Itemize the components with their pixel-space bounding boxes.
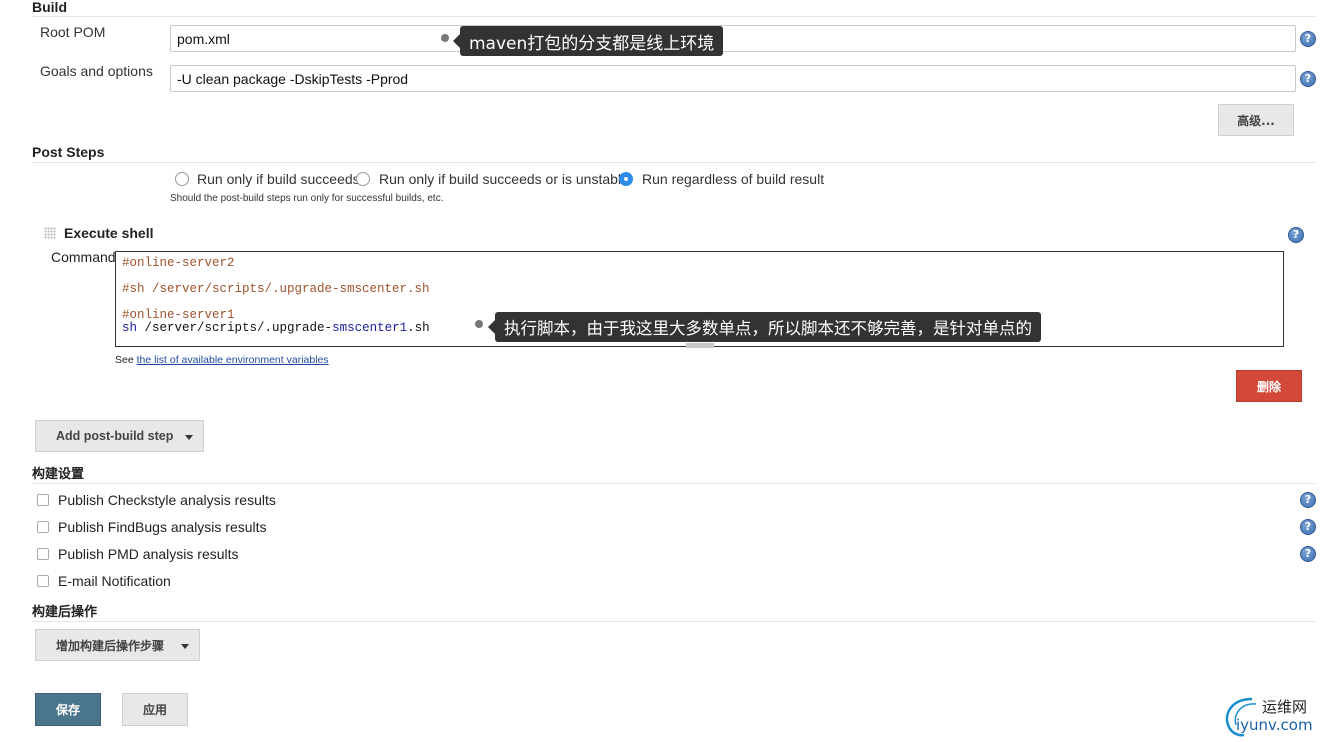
shell-tooltip: 执行脚本，由于我这里大多数单点，所以脚本还不够完善，是针对单点的 [488,312,1041,342]
post-steps-title: Post Steps [32,144,105,160]
save-button[interactable]: 保存 [35,693,101,726]
root-pom-help-icon[interactable]: ? [1300,31,1316,47]
tooltip-anchor-dot [441,34,449,42]
section-divider [32,162,1315,163]
add-post-build-action-label: 增加构建后操作步骤 [56,638,165,653]
caret-down-icon [185,435,193,440]
radio-regardless[interactable] [619,172,633,186]
section-divider [32,621,1315,622]
advanced-button[interactable]: 高级... [1218,104,1294,136]
checkbox-findbugs[interactable] [37,521,49,533]
section-divider [32,16,1315,17]
checkbox-checkstyle[interactable] [37,494,49,506]
add-post-build-action-button[interactable]: 增加构建后操作步骤 [35,629,200,661]
pmd-label: Publish PMD analysis results [58,546,239,562]
command-suffix: .sh [407,321,430,335]
command-line: #sh /server/scripts/.upgrade-smscenter.s… [122,282,430,296]
execute-shell-title: Execute shell [64,225,154,241]
radio-succeeds-or-unstable-label: Run only if build succeeds or is unstabl… [379,171,629,187]
command-line: sh /server/scripts/.upgrade-smscenter1.s… [122,322,430,335]
build-section-title: Build [32,0,67,15]
drag-handle-icon[interactable] [44,227,56,239]
goals-input[interactable] [170,65,1296,92]
root-pom-label: Root POM [40,24,106,40]
pmd-help-icon[interactable]: ? [1300,546,1316,562]
radio-regardless-label: Run regardless of build result [642,171,825,187]
watermark-line1: 运维网 [1262,698,1308,716]
radio-build-succeeds-label: Run only if build succeeds [197,171,360,187]
radio-succeeds-or-unstable[interactable] [356,172,370,186]
checkstyle-help-icon[interactable]: ? [1300,492,1316,508]
command-line: #online-server2 [122,256,235,270]
env-vars-link[interactable]: the list of available environment variab… [137,354,329,366]
post-build-actions-title: 构建后操作 [32,605,98,620]
tooltip-anchor-dot [475,320,483,328]
checkstyle-label: Publish Checkstyle analysis results [58,492,276,508]
checkbox-email[interactable] [37,575,49,587]
build-settings-title: 构建设置 [32,467,85,482]
apply-button[interactable]: 应用 [122,693,188,726]
section-divider [32,483,1315,484]
add-post-build-step-button[interactable]: Add post-build step [35,420,204,452]
radio-build-succeeds[interactable] [175,172,189,186]
delete-button[interactable]: 删除 [1236,370,1302,402]
command-keyword: sh [122,321,138,335]
build-tooltip: maven打包的分支都是线上环境 [452,26,724,56]
goals-label: Goals and options [40,63,153,79]
add-post-build-step-label: Add post-build step [56,429,174,443]
findbugs-label: Publish FindBugs analysis results [58,519,267,535]
post-steps-hint: Should the post-build steps run only for… [170,193,444,204]
findbugs-help-icon[interactable]: ? [1300,519,1316,535]
command-label: Command [51,249,116,265]
watermark-line2: iyunv.com [1236,716,1313,734]
command-highlight: smscenter1 [332,321,408,335]
root-pom-input[interactable] [170,25,1296,52]
execute-shell-help-icon[interactable]: ? [1288,227,1304,243]
watermark-logo: 运维网 iyunv.com [1222,695,1322,737]
command-path: /server/scripts/.upgrade- [137,321,333,335]
env-vars-prefix: See [115,354,137,366]
goals-help-icon[interactable]: ? [1300,71,1316,87]
build-tooltip-text: maven打包的分支都是线上环境 [469,33,715,54]
email-notification-label: E-mail Notification [58,573,171,589]
textarea-resize-handle[interactable] [686,343,714,348]
caret-down-icon [181,644,189,649]
env-vars-note: See the list of available environment va… [115,354,329,366]
shell-tooltip-text: 执行脚本，由于我这里大多数单点，所以脚本还不够完善，是针对单点的 [504,319,1032,338]
checkbox-pmd[interactable] [37,548,49,560]
